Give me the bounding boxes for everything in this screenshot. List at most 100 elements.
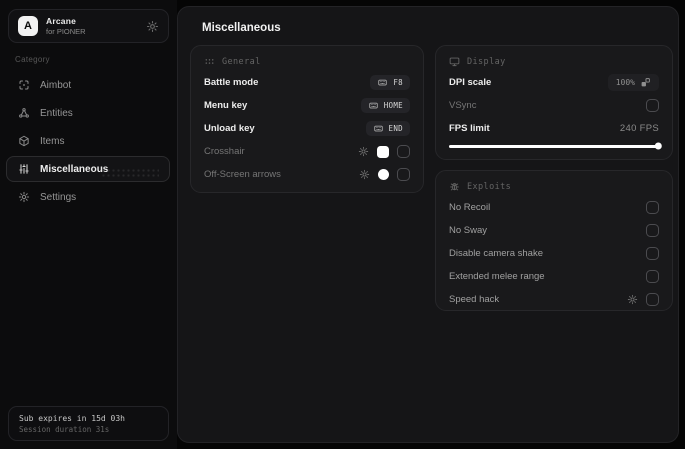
sidebar-item-items[interactable]: Items [6,128,170,154]
main-content: Miscellaneous General Battle mode F8 Men… [177,6,679,443]
setting-label: Unload key [204,123,255,134]
page-title: Miscellaneous [202,22,281,34]
setting-row-battle-mode: Battle mode F8 [204,71,410,94]
settings-gear-icon[interactable] [146,20,159,33]
keyboard-icon [368,101,379,110]
setting-row-off-screen-arrows: Off-Screen arrows [204,163,410,186]
setting-row-crosshair: Crosshair [204,140,410,163]
sidebar-item-aimbot[interactable]: Aimbot [6,72,170,98]
exploit-label: Disable camera shake [449,248,543,259]
keybind-value: END [388,124,403,133]
vsync-checkbox[interactable] [646,99,659,112]
setting-label: Battle mode [204,77,259,88]
sidebar-item-label: Miscellaneous [40,163,109,175]
checkbox[interactable] [646,201,659,214]
exploit-row-disable-camera-shake: Disable camera shake [449,242,659,265]
dpi-scale-row: DPI scale 100% [449,71,659,94]
sidebar-item-miscellaneous[interactable]: Miscellaneous [6,156,170,182]
app-subtitle: for PIONER [46,27,86,37]
checkbox[interactable] [646,247,659,260]
checkbox[interactable] [646,224,659,237]
app-title-block: Arcane for PIONER [46,16,86,37]
session-duration-text: Session duration 31s [19,424,110,434]
sub-expires-text: Sub expires in 15d 03h [19,413,125,423]
sidebar-item-label: Settings [40,191,77,203]
keybind-value: F8 [393,78,403,87]
sidebar-item-entities[interactable]: Entities [6,100,170,126]
fps-limit-value: 240 FPS [619,123,659,134]
display-panel: Display DPI scale 100% VSync FPS limit 2… [435,45,673,160]
checkbox[interactable] [397,145,410,158]
fps-limit-row: FPS limit 240 FPS [449,117,659,140]
scale-icon [640,77,651,88]
entities-icon [18,107,30,119]
monitor-icon [449,56,460,67]
exploit-label: No Recoil [449,202,491,213]
grid-dots-icon [204,56,215,67]
settings-gear-icon [18,191,30,203]
fps-limit-label: FPS limit [449,123,490,134]
sidebar-item-settings[interactable]: Settings [6,184,170,210]
vsync-label: VSync [449,100,477,111]
display-panel-title: Display [467,56,506,67]
keybind-value: HOME [383,101,403,110]
keybind-button[interactable]: HOME [360,98,410,113]
items-box-icon [18,135,30,147]
general-panel-header: General [204,55,410,68]
keybind-button[interactable]: F8 [370,75,410,90]
exploits-panel-header: Exploits [449,180,659,193]
sidebar-item-label: Items [40,135,65,147]
general-panel: General Battle mode F8 Menu key HOME Unl… [190,45,424,193]
sidebar: A Arcane for PIONER Category Aimbot Enti… [0,0,177,449]
fps-limit-slider[interactable] [449,141,662,151]
slider-handle[interactable] [654,142,662,150]
gear-icon[interactable] [627,294,638,305]
subscription-card: Sub expires in 15d 03h Session duration … [8,406,169,441]
general-panel-title: General [222,56,261,67]
keyboard-icon [373,124,384,133]
keyboard-icon [377,78,388,87]
sidebar-nav: Aimbot Entities Items Miscellaneous Sett… [0,72,177,212]
display-panel-header: Display [449,55,659,68]
vsync-row: VSync [449,94,659,117]
checkbox[interactable] [646,270,659,283]
setting-row-menu-key: Menu key HOME [204,94,410,117]
exploits-panel: Exploits No Recoil No Sway Disable camer… [435,170,673,311]
color-swatch[interactable] [377,145,389,158]
sidebar-item-label: Aimbot [40,79,72,91]
category-label: Category [15,55,50,64]
slider-rail [449,142,662,150]
dpi-scale-label: DPI scale [449,77,492,88]
exploit-label: No Sway [449,225,488,236]
exploit-row-extended-melee-range: Extended melee range [449,265,659,288]
app-logo: A [18,16,38,36]
exploit-rows: No Recoil No Sway Disable camera shake E… [449,196,659,311]
gear-icon[interactable] [358,146,369,157]
exploit-row-no-recoil: No Recoil [449,196,659,219]
setting-label: Off-Screen arrows [204,169,281,180]
color-swatch[interactable] [378,169,389,180]
setting-label: Crosshair [204,146,245,157]
exploit-label: Speed hack [449,294,500,305]
checkbox[interactable] [646,293,659,306]
bug-icon [449,181,460,192]
exploit-row-speed-hack: Speed hack [449,288,659,311]
checkbox[interactable] [397,168,410,181]
general-rows: Battle mode F8 Menu key HOME Unload key … [204,71,410,186]
setting-label: Menu key [204,100,248,111]
exploits-panel-title: Exploits [467,181,512,192]
exploit-row-no-sway: No Sway [449,219,659,242]
miscellaneous-sliders-icon [18,163,30,175]
app-name: Arcane [46,15,77,26]
dpi-scale-select[interactable]: 100% [607,74,659,91]
gear-icon[interactable] [359,169,370,180]
keybind-button[interactable]: END [365,121,410,136]
dpi-scale-value: 100% [615,78,635,87]
app-header-card: A Arcane for PIONER [8,9,169,43]
fps-slider-fill [449,142,662,150]
setting-row-unload-key: Unload key END [204,117,410,140]
aimbot-scan-icon [18,79,30,91]
dots-texture [101,168,159,177]
exploit-label: Extended melee range [449,271,545,282]
sidebar-item-label: Entities [40,107,73,119]
